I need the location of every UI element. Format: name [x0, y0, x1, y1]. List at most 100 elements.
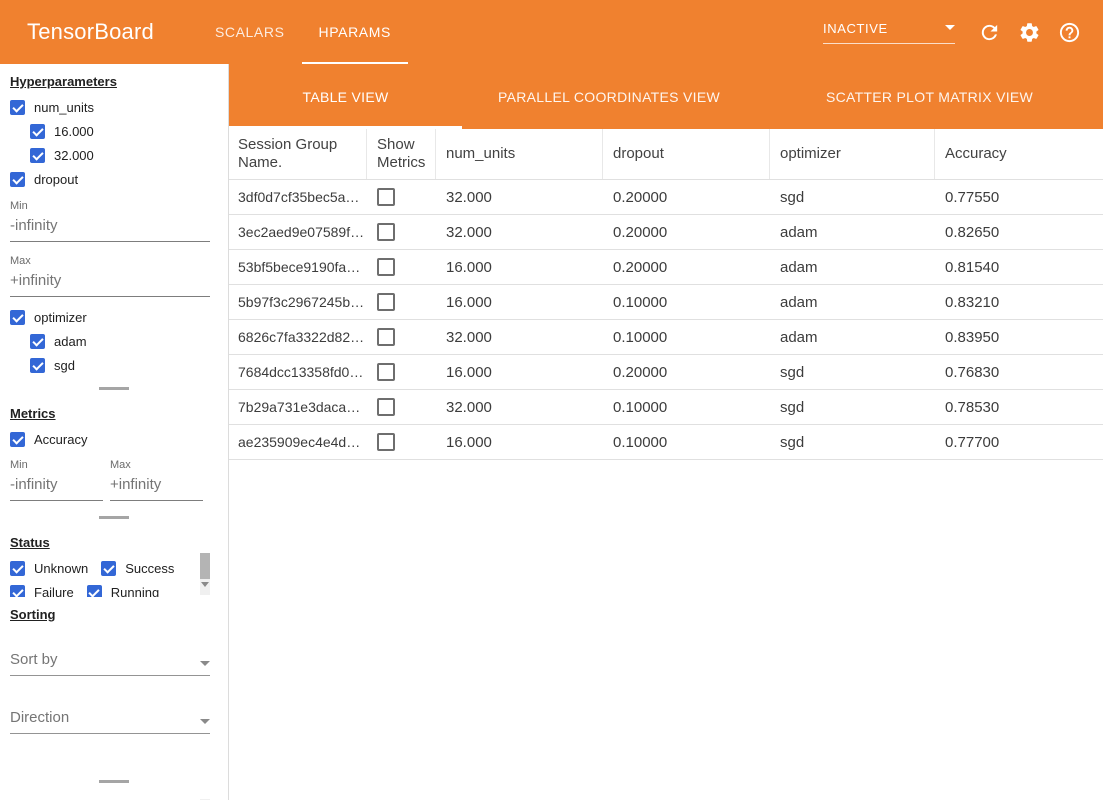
- hparam-value-checkbox-32[interactable]: 32.000: [30, 148, 210, 163]
- status-checkbox-unknown[interactable]: Unknown: [10, 561, 88, 576]
- session-group-name: 53bf5bece9190fa…: [229, 259, 367, 275]
- checkbox-checked-icon: [30, 124, 45, 139]
- hparam-value-checkbox-16[interactable]: 16.000: [30, 124, 210, 139]
- status-section: Status Unknown Success Failure Running: [0, 525, 220, 597]
- hparam-value-checkbox-sgd[interactable]: sgd: [30, 358, 210, 373]
- help-button[interactable]: [1049, 12, 1089, 52]
- scroll-down-arrow-icon[interactable]: [201, 582, 209, 587]
- hparam-checkbox-optimizer[interactable]: optimizer: [10, 310, 210, 325]
- checkbox-checked-icon: [10, 585, 25, 597]
- cell-optimizer: sgd: [770, 189, 935, 206]
- cell-num-units: 32.000: [436, 224, 603, 241]
- cell-accuracy: 0.77700: [935, 434, 1103, 451]
- status-heading: Status: [10, 535, 210, 550]
- checkbox-checked-icon: [30, 358, 45, 373]
- session-group-name: 7b29a731e3daca…: [229, 399, 367, 415]
- dropout-max-input[interactable]: [10, 272, 210, 297]
- checkbox-checked-icon: [30, 148, 45, 163]
- checkbox-label: 16.000: [54, 124, 94, 139]
- dropout-min-input[interactable]: [10, 217, 210, 242]
- cell-dropout: 0.20000: [603, 224, 770, 241]
- refresh-button[interactable]: [969, 12, 1009, 52]
- checkbox-checked-icon: [101, 561, 116, 576]
- hparam-value-checkbox-adam[interactable]: adam: [30, 334, 210, 349]
- direction-select[interactable]: Direction: [10, 710, 210, 734]
- dropout-min-field: Min: [10, 200, 210, 242]
- view-tabs: TABLE VIEW PARALLEL COORDINATES VIEW SCA…: [229, 64, 1103, 129]
- panel-resize-handle[interactable]: [99, 387, 129, 390]
- show-metrics-checkbox[interactable]: [377, 433, 395, 451]
- show-metrics-checkbox[interactable]: [377, 293, 395, 311]
- tab-scatter-plot-matrix-view[interactable]: SCATTER PLOT MATRIX VIEW: [756, 64, 1103, 129]
- status-checkbox-failure[interactable]: Failure: [10, 585, 74, 597]
- checkbox-label: Running: [111, 585, 159, 597]
- cell-num-units: 32.000: [436, 329, 603, 346]
- checkbox-label: 32.000: [54, 148, 94, 163]
- tab-table-view[interactable]: TABLE VIEW: [229, 64, 462, 129]
- max-label: Max: [110, 459, 203, 471]
- cell-dropout: 0.10000: [603, 399, 770, 416]
- metric-checkbox-accuracy[interactable]: Accuracy: [10, 432, 210, 447]
- cell-optimizer: sgd: [770, 434, 935, 451]
- tab-hparams[interactable]: HPARAMS: [302, 0, 408, 64]
- min-label: Min: [10, 459, 103, 471]
- app-title: TensorBoard: [0, 0, 154, 64]
- table-row: 5b97f3c2967245b… 16.000 0.10000 adam 0.8…: [229, 285, 1103, 320]
- column-header-show-metrics: Show Metrics: [367, 129, 436, 179]
- hparams-sidebar: Hyperparameters num_units 16.000 32.000 …: [0, 64, 229, 800]
- cell-dropout: 0.10000: [603, 294, 770, 311]
- table-header-row: Session Group Name. Show Metrics num_uni…: [229, 129, 1103, 180]
- tab-scalars[interactable]: SCALARS: [198, 0, 302, 64]
- hparam-checkbox-num-units[interactable]: num_units: [10, 100, 210, 115]
- tab-parallel-coordinates-view[interactable]: PARALLEL COORDINATES VIEW: [462, 64, 756, 129]
- status-checkbox-running[interactable]: Running: [87, 585, 159, 597]
- cell-num-units: 32.000: [436, 189, 603, 206]
- metric-max-input[interactable]: [110, 476, 203, 501]
- settings-gear-icon: [1018, 21, 1041, 44]
- hparam-checkbox-dropout[interactable]: dropout: [10, 172, 210, 187]
- show-metrics-checkbox[interactable]: [377, 223, 395, 241]
- scrollbar-thumb[interactable]: [200, 553, 210, 579]
- reload-mode-value: INACTIVE: [823, 21, 888, 36]
- table-row: 3ec2aed9e07589f… 32.000 0.20000 adam 0.8…: [229, 215, 1103, 250]
- show-metrics-checkbox[interactable]: [377, 363, 395, 381]
- show-metrics-checkbox[interactable]: [377, 188, 395, 206]
- help-icon: [1058, 21, 1081, 44]
- cell-dropout: 0.20000: [603, 189, 770, 206]
- metrics-section: Metrics Accuracy Min Max: [0, 396, 220, 511]
- cell-num-units: 16.000: [436, 259, 603, 276]
- show-metrics-checkbox[interactable]: [377, 398, 395, 416]
- checkbox-label: num_units: [34, 100, 94, 115]
- max-label: Max: [10, 255, 210, 267]
- sort-by-value: Sort by: [10, 651, 58, 668]
- show-metrics-checkbox[interactable]: [377, 258, 395, 276]
- settings-button[interactable]: [1009, 12, 1049, 52]
- header-actions: INACTIVE: [823, 0, 1103, 64]
- hyperparameters-section: Hyperparameters num_units 16.000 32.000 …: [0, 64, 220, 382]
- panel-resize-handle[interactable]: [99, 780, 129, 783]
- direction-value: Direction: [10, 709, 69, 726]
- column-header-num-units: num_units: [436, 129, 603, 179]
- cell-optimizer: sgd: [770, 399, 935, 416]
- reload-mode-select[interactable]: INACTIVE: [823, 21, 955, 44]
- status-scrollbar[interactable]: [200, 553, 210, 595]
- checkbox-checked-icon: [10, 172, 25, 187]
- show-metrics-checkbox[interactable]: [377, 328, 395, 346]
- metric-min-input[interactable]: [10, 476, 103, 501]
- table-row: 7684dcc13358fd0… 16.000 0.20000 sgd 0.76…: [229, 355, 1103, 390]
- checkbox-label: optimizer: [34, 310, 87, 325]
- checkbox-label: Failure: [34, 585, 74, 597]
- panel-resize-handle[interactable]: [99, 516, 129, 519]
- cell-accuracy: 0.83210: [935, 294, 1103, 311]
- table-row: ae235909ec4e4d… 16.000 0.10000 sgd 0.777…: [229, 425, 1103, 460]
- column-header-accuracy: Accuracy: [935, 129, 1103, 179]
- cell-dropout: 0.20000: [603, 259, 770, 276]
- sort-by-select[interactable]: Sort by: [10, 652, 210, 676]
- cell-optimizer: adam: [770, 329, 935, 346]
- cell-accuracy: 0.81540: [935, 259, 1103, 276]
- session-group-name: ae235909ec4e4d…: [229, 434, 367, 450]
- metric-min-field: Min: [10, 459, 103, 501]
- table-row: 3df0d7cf35bec5a… 32.000 0.20000 sgd 0.77…: [229, 180, 1103, 215]
- status-checkbox-success[interactable]: Success: [101, 561, 174, 576]
- chevron-down-icon: [945, 25, 955, 30]
